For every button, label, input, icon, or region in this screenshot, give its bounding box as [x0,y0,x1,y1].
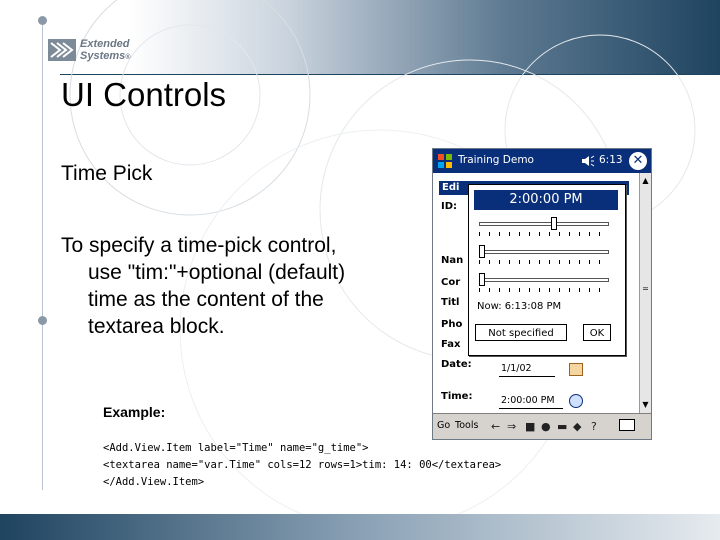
save-icon[interactable]: ■ [525,420,535,433]
hour-slider-track [479,222,609,226]
code-line-1: <Add.View.Item label="Time" name="g_time… [103,442,369,454]
slide-title: UI Controls [61,76,227,113]
slide-subtitle: Time Pick [61,162,153,185]
field-label-phone: Pho [441,319,463,330]
body-line-1: To specify a time-pick control, [61,234,337,257]
slide-body: To specify a time-pick control, use "tim… [61,232,411,340]
menu-go[interactable]: Go [437,420,450,431]
minute-slider[interactable] [479,245,609,264]
logo-trademark: ® [125,54,131,61]
speaker-icon[interactable] [581,155,595,167]
minute-slider-track [479,250,609,254]
hour-slider-ticks [479,232,609,236]
record-icon[interactable]: ● [541,420,551,433]
field-label-title: Titl [441,297,460,308]
hour-slider-thumb[interactable] [551,217,557,230]
rule-dot-top [38,16,47,25]
code-example: <Add.View.Item label="Time" name="g_time… [103,440,501,491]
form-scrollbar[interactable]: ▲ = ▼ [639,173,651,413]
clock-icon[interactable] [569,394,583,408]
hour-slider[interactable] [479,217,609,236]
second-slider-thumb[interactable] [479,273,485,286]
tab-edit[interactable]: Edi [439,181,463,195]
time-field[interactable]: 2:00:00 PM [499,393,563,409]
body-line-2: use "tim:"+optional (default) [88,261,346,284]
help-icon[interactable]: ? [591,420,597,433]
logo-mark-icon [48,39,76,61]
device-clock[interactable]: 6:13 [599,154,623,166]
ok-button[interactable]: OK [583,324,611,341]
not-specified-button[interactable]: Not specified [475,324,567,341]
folder-icon[interactable]: ▬ [557,420,567,433]
calendar-icon[interactable] [569,363,583,376]
body-line-4: textarea block. [88,315,225,338]
code-line-3: </Add.View.Item> [103,476,205,488]
field-label-fax: Fax [441,339,461,350]
keyboard-icon[interactable] [619,419,635,431]
second-slider-ticks [479,288,609,292]
left-rule [42,20,43,490]
device-titlebar: Training Demo 6:13 ✕ [433,149,651,173]
minute-slider-ticks [479,260,609,264]
time-picker-value: 2:00:00 PM [474,190,618,210]
scroll-up-icon[interactable]: ▲ [640,175,651,186]
example-label: Example: [103,404,166,420]
command-bar: Go Tools ← ⇒ ■ ● ▬ ◆ ? [433,413,651,439]
field-label-company: Cor [441,277,461,288]
scroll-down-icon[interactable]: ▼ [640,399,651,410]
logo-line-2: Systems [80,50,126,62]
footer-band [0,514,720,540]
time-picker-popup: 2:00:00 PM Now: 6:13:08 PM Not specified… [468,184,626,356]
logo-text: Extended Systems® [80,38,130,64]
start-menu-icon[interactable] [437,153,453,169]
rule-dot-middle [38,316,47,325]
second-slider-track [479,278,609,282]
minute-slider-thumb[interactable] [479,245,485,258]
menu-tools[interactable]: Tools [455,420,478,431]
date-field[interactable]: 1/1/02 [499,361,555,377]
field-label-date: Date: [441,359,472,370]
forward-arrow-icon[interactable]: ⇒ [507,420,516,433]
field-label-id: ID: [441,201,458,212]
body-line-3: time as the content of the [88,288,324,311]
field-label-name: Nan [441,255,464,266]
field-label-time: Time: [441,391,473,402]
scroll-thumb-mark[interactable]: = [640,283,651,294]
back-arrow-icon[interactable]: ← [491,420,500,433]
tools-icon[interactable]: ◆ [573,420,581,433]
device-app-title: Training Demo [458,154,534,166]
code-line-2: <textarea name="var.Time" cols=12 rows=1… [103,459,502,471]
current-time-label[interactable]: Now: 6:13:08 PM [477,301,561,312]
second-slider[interactable] [479,273,609,292]
logo-line-1: Extended [80,38,130,50]
close-icon[interactable]: ✕ [629,152,647,170]
